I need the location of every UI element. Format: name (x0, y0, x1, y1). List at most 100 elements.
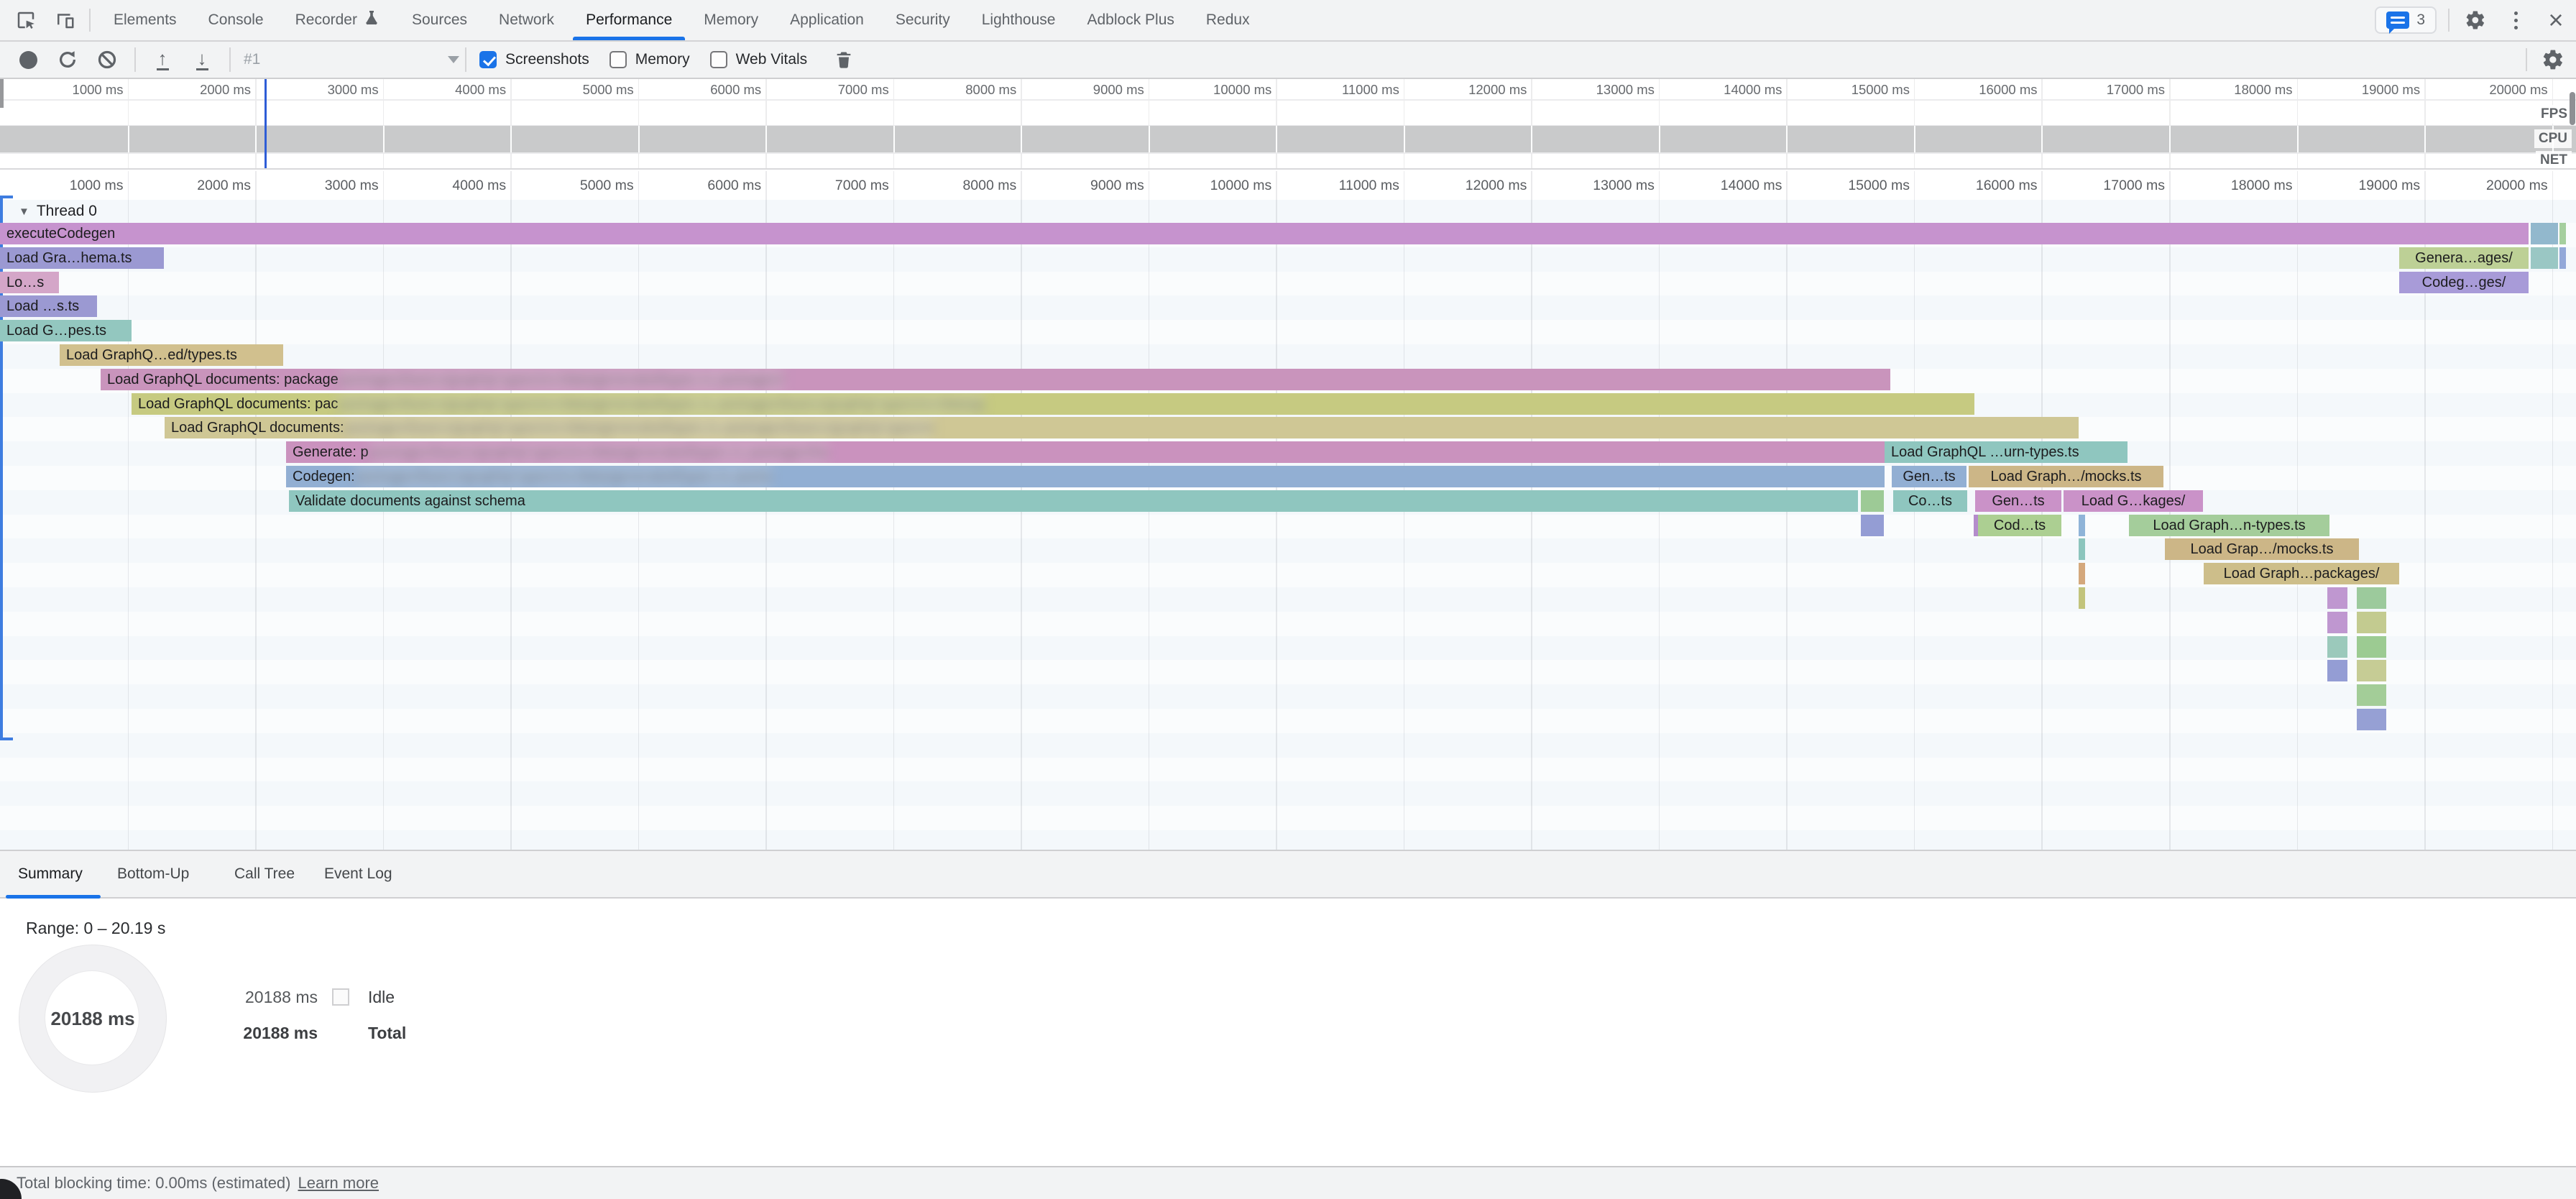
tab-performance[interactable]: Performance (570, 0, 688, 40)
web-vitals-checkbox[interactable] (710, 51, 727, 68)
flame-bar[interactable]: executeCodegen (0, 223, 2529, 244)
ruler-tick-label: 9000 ms (1024, 176, 1144, 195)
grid-line (1404, 126, 1405, 152)
grid-line (2169, 126, 2171, 152)
close-devtools-icon[interactable]: × (2542, 6, 2570, 35)
flame-bar[interactable]: Load …s.ts (0, 295, 97, 317)
flame-block[interactable] (2559, 223, 2566, 244)
flame-bar[interactable]: Load G…kages/ (2064, 490, 2203, 512)
tab-label: Console (208, 12, 264, 29)
flame-block[interactable] (2079, 538, 2085, 560)
record-icon[interactable] (14, 46, 42, 73)
clear-icon[interactable] (93, 46, 121, 73)
flame-block[interactable] (2531, 223, 2558, 244)
flame-bar[interactable]: Codegen:packages/basics/graphql-types/sr… (286, 466, 1885, 487)
overview-scrollbar-thumb[interactable] (2570, 92, 2575, 125)
memory-checkbox[interactable] (610, 51, 627, 68)
tab-redux[interactable]: Redux (1190, 0, 1266, 40)
tab-security[interactable]: Security (880, 0, 966, 40)
trash-icon[interactable] (830, 46, 857, 73)
session-select[interactable]: #1 (244, 51, 459, 68)
flame-bar[interactable]: Co…ts (1893, 490, 1967, 512)
flame-block[interactable] (2357, 612, 2386, 633)
tab-elements[interactable]: Elements (98, 0, 193, 40)
ruler-tick-label: 5000 ms (513, 176, 634, 195)
grid-line (510, 126, 512, 152)
thread-header[interactable]: ▼ Thread 0 (19, 203, 97, 220)
playhead-cursor (264, 79, 267, 170)
tab-event-log[interactable]: Event Log (324, 851, 392, 897)
timeline-overview[interactable]: 1000 ms2000 ms3000 ms4000 ms5000 ms6000 … (0, 79, 2576, 170)
flame-bar[interactable]: Validate documents against schema (289, 490, 1858, 512)
flame-block[interactable] (2357, 587, 2386, 609)
tab-sources[interactable]: Sources (396, 0, 483, 40)
flame-bar[interactable]: Generate: ppackages/basics/graphql-types… (286, 441, 1885, 463)
grid-line (383, 126, 385, 152)
message-count: 3 (2416, 12, 2425, 29)
tab-application[interactable]: Application (774, 0, 880, 40)
checkbox-row-screenshots: Screenshots (479, 51, 589, 68)
flame-bar[interactable]: Genera…ages/ (2399, 247, 2529, 269)
more-options-icon[interactable] (2501, 6, 2530, 35)
screenshots-checkbox[interactable] (479, 51, 497, 68)
flame-bar[interactable]: Codeg…ges/ (2399, 272, 2529, 293)
flame-bar[interactable]: Load Graph…n-types.ts (2129, 515, 2329, 536)
flame-block[interactable] (2327, 660, 2347, 681)
tab-summary[interactable]: Summary (18, 851, 83, 897)
flame-bar[interactable]: Load GraphQL documents: pacpackages/basi… (132, 393, 1974, 415)
flame-bar[interactable]: Load GraphQL …urn-types.ts (1885, 441, 2128, 463)
tab-recorder[interactable]: Recorder (280, 0, 396, 40)
flame-bar[interactable]: Load G…pes.ts (0, 320, 132, 341)
tab-console[interactable]: Console (193, 0, 280, 40)
flame-bar[interactable]: Gen…ts (1892, 466, 1966, 487)
legend-swatch (332, 988, 349, 1006)
redacted-text: packages/basics/graphql-types/src/data/g… (344, 417, 934, 438)
inspect-element-icon[interactable] (12, 6, 40, 35)
flame-bar[interactable]: Gen…ts (1975, 490, 2061, 512)
console-messages-button[interactable]: 3 (2375, 6, 2437, 34)
flame-block[interactable] (2327, 587, 2347, 609)
flame-bar[interactable]: Load Graph…packages/ (2204, 563, 2399, 584)
flame-bar[interactable]: Load Gra…hema.ts (0, 247, 164, 269)
tab-call-tree[interactable]: Call Tree (234, 851, 295, 897)
flame-block[interactable] (2559, 247, 2566, 269)
reload-and-record-icon[interactable] (54, 46, 81, 73)
flame-bar[interactable]: Load GraphQ…ed/types.ts (60, 344, 283, 366)
capture-settings-gear-icon[interactable] (2539, 45, 2567, 74)
checkbox-label: Screenshots (505, 51, 589, 68)
flame-block[interactable] (2327, 636, 2347, 658)
load-profile-icon[interactable]: ↑ (149, 46, 176, 73)
flame-block[interactable] (2531, 247, 2558, 269)
tab-adblock-plus[interactable]: Adblock Plus (1071, 0, 1190, 40)
flame-block[interactable] (1861, 490, 1884, 512)
flame-block[interactable] (2079, 587, 2085, 609)
flame-bar[interactable]: Load GraphQL documents:packages/basics/g… (165, 417, 2079, 438)
panel-tabs: Elements Console RecorderSourcesNetworkPer… (98, 0, 1266, 40)
flame-block[interactable] (2079, 515, 2085, 536)
flame-block[interactable] (2357, 684, 2386, 706)
save-profile-icon[interactable]: ↓ (188, 46, 216, 73)
tab-network[interactable]: Network (483, 0, 570, 40)
legend-label: Total (368, 1024, 406, 1043)
tab-memory[interactable]: Memory (688, 0, 774, 40)
flame-block[interactable] (1861, 515, 1884, 536)
flame-bar[interactable]: Load GraphQL documents: packagepackages/… (101, 369, 1890, 390)
grid-line (765, 126, 767, 152)
flame-block[interactable] (2357, 636, 2386, 658)
tab-bottom-up[interactable]: Bottom-Up (117, 851, 189, 897)
overview-left-handle[interactable] (0, 79, 4, 108)
flame-bar[interactable]: Lo…s (0, 272, 59, 293)
flame-bar[interactable]: Load Grap…/mocks.ts (2165, 538, 2359, 560)
flame-bar[interactable]: Cod…ts (1978, 515, 2061, 536)
flame-block[interactable] (2327, 612, 2347, 633)
flame-block[interactable] (2079, 563, 2085, 584)
flame-block[interactable] (2357, 709, 2386, 730)
device-toolbar-icon[interactable] (50, 6, 79, 35)
flame-block[interactable] (2357, 660, 2386, 681)
learn-more-link[interactable]: Learn more (298, 1174, 380, 1193)
settings-gear-icon[interactable] (2461, 6, 2490, 35)
flame-bar[interactable]: Load Graph…/mocks.ts (1969, 466, 2163, 487)
overview-tick-label: 16000 ms (1916, 81, 2037, 98)
flame-chart: ▼ Thread 0 executeCodegen Load Gra…hema.t… (0, 200, 2576, 850)
tab-lighthouse[interactable]: Lighthouse (966, 0, 1072, 40)
